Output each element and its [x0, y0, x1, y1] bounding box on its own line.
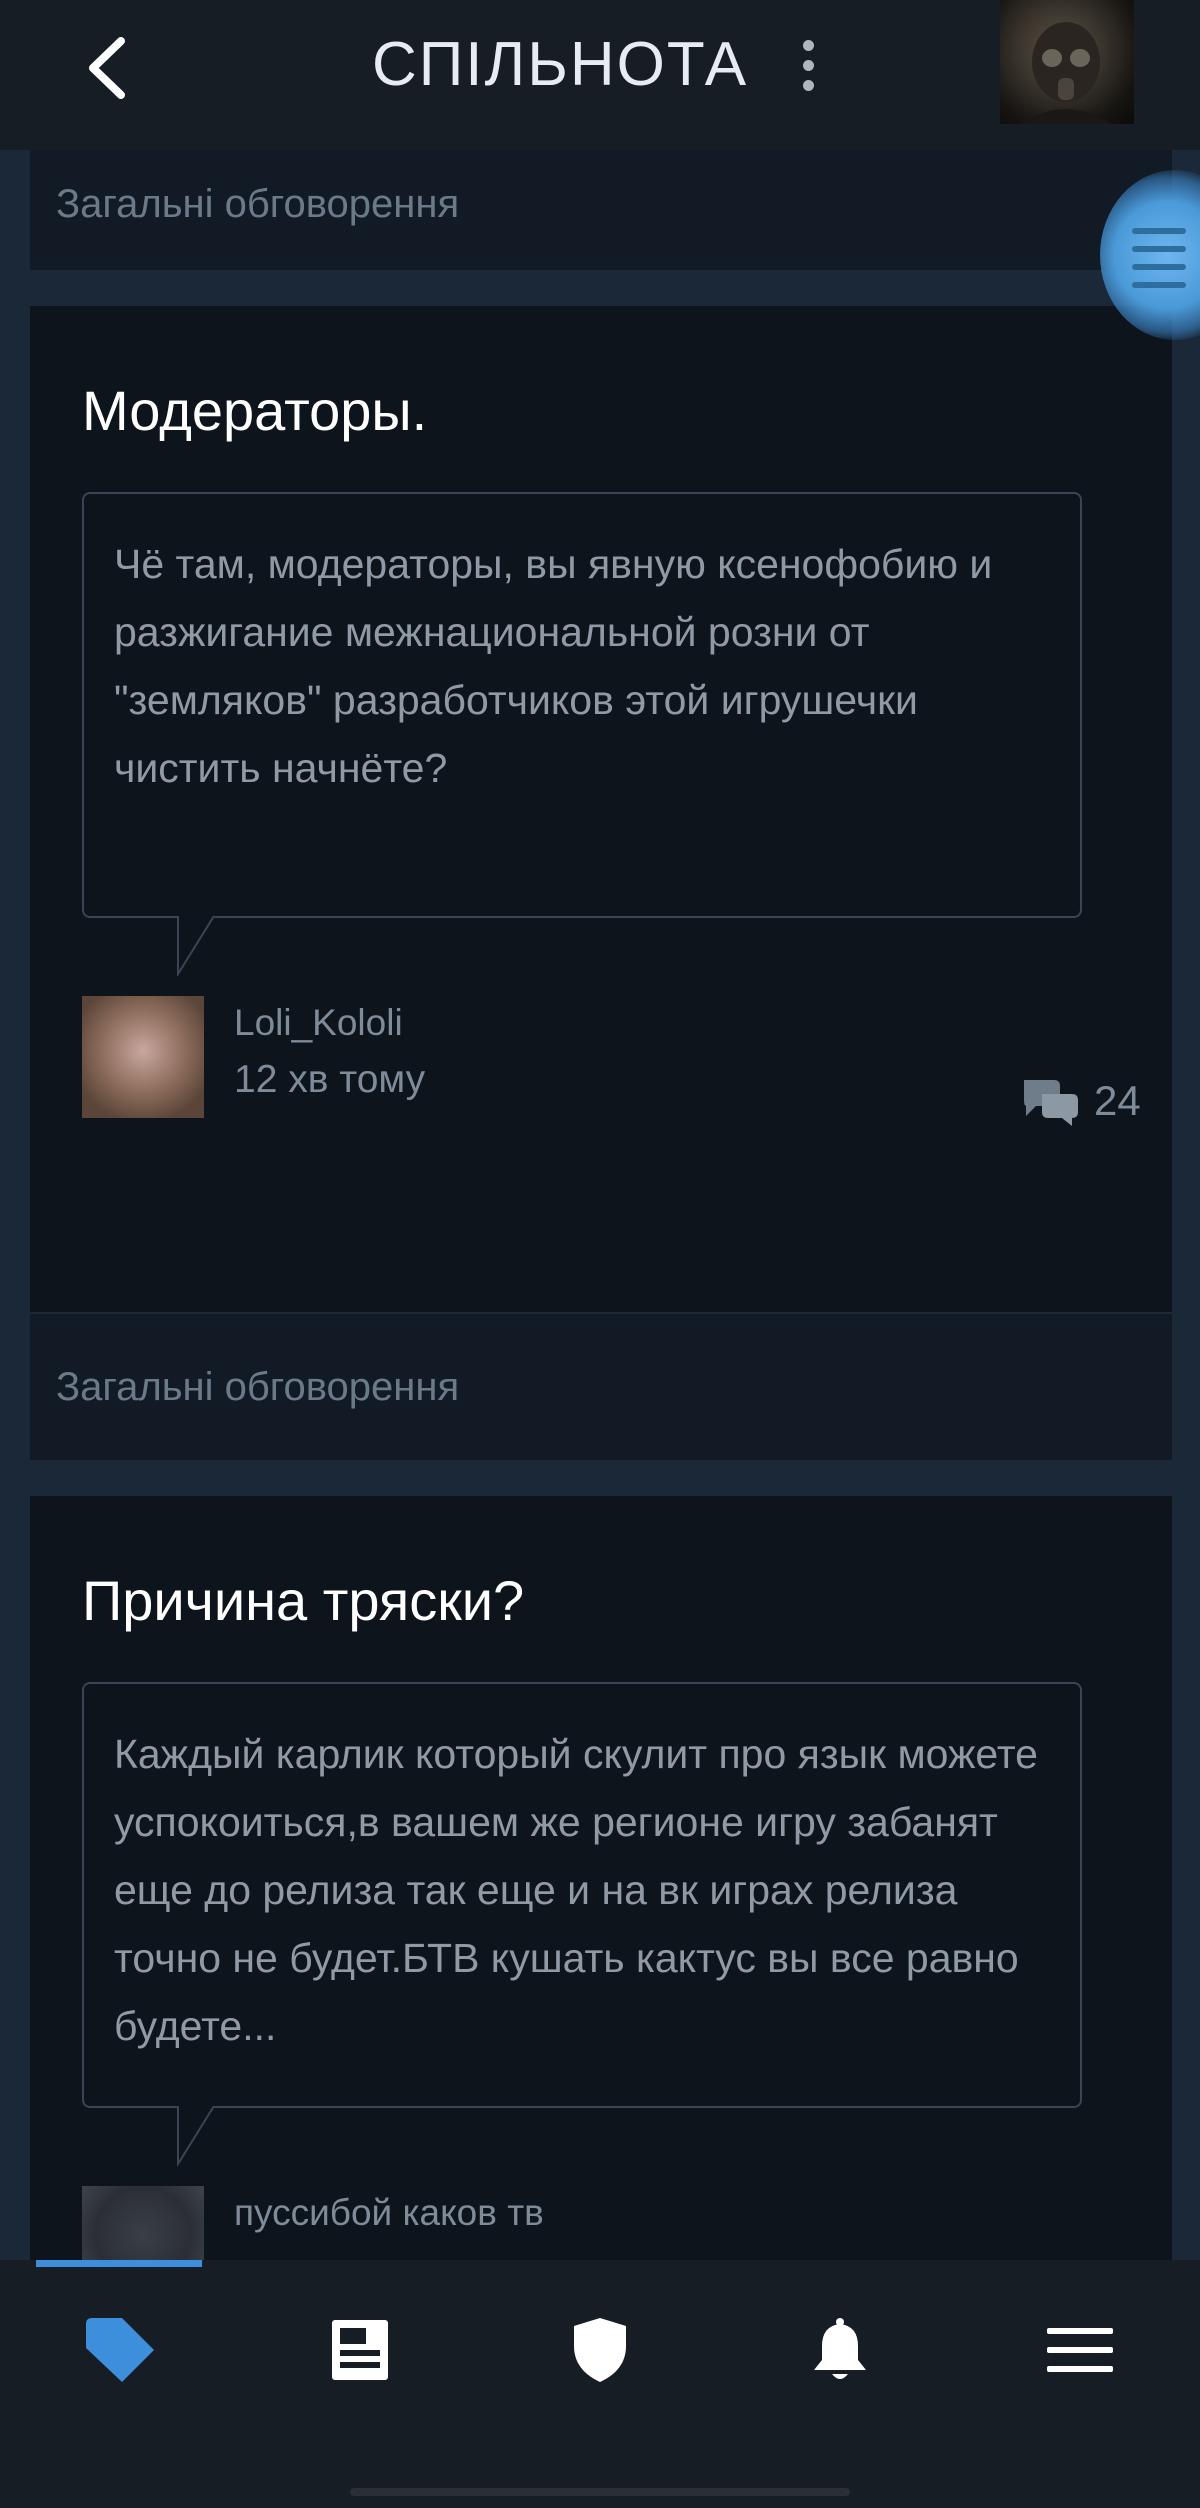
post-card[interactable]: Причина тряски? Каждый карлик который ск…: [30, 1496, 1172, 2260]
nav-guard[interactable]: [540, 2300, 660, 2400]
home-indicator: [350, 2488, 850, 2496]
post-title[interactable]: Модераторы.: [82, 378, 427, 443]
post-category[interactable]: Загальні обговорення: [30, 150, 1172, 270]
nav-notifications[interactable]: [780, 2300, 900, 2400]
author-avatar[interactable]: [82, 2186, 204, 2260]
top-bar: СПІЛЬНОТА: [0, 0, 1200, 150]
gas-mask-avatar-image: [1020, 22, 1112, 124]
author-name[interactable]: Loli_Kololi: [234, 1002, 403, 1044]
menu-icon: [1047, 2328, 1113, 2372]
chevron-left-icon: [89, 37, 125, 99]
comment-count: 24: [1020, 1076, 1141, 1126]
comments-icon: [1024, 1080, 1078, 1126]
post-preview[interactable]: Каждый карлик который скулит про язык мо…: [82, 1682, 1082, 2108]
active-tab-indicator: [36, 2260, 202, 2267]
post-card[interactable]: Модераторы. Чё там, модераторы, вы явную…: [30, 306, 1172, 1312]
post-category[interactable]: Загальні обговорення: [30, 1314, 1172, 1460]
shield-icon: [574, 2318, 626, 2382]
comment-count-value: 24: [1094, 1077, 1141, 1124]
list-icon: [1132, 228, 1186, 288]
post-time: 12 хв тому: [234, 1058, 426, 1101]
post-title[interactable]: Причина тряски?: [82, 1568, 524, 1633]
bell-icon: [814, 2318, 866, 2379]
nav-menu[interactable]: [1020, 2300, 1140, 2400]
post-preview[interactable]: Чё там, модераторы, вы явную ксенофобию …: [82, 492, 1082, 918]
news-icon: [332, 2320, 388, 2380]
speech-bubble-tail-icon: [177, 916, 215, 976]
discussion-feed[interactable]: Загальні обговорення Модераторы. Чё там,…: [30, 150, 1172, 2260]
nav-news[interactable]: [300, 2300, 420, 2400]
more-options-icon[interactable]: [788, 30, 828, 100]
page-title: СПІЛЬНОТА: [371, 30, 749, 99]
author-avatar[interactable]: [82, 996, 204, 1118]
nav-community[interactable]: [60, 2300, 180, 2400]
author-name[interactable]: пуссибой каков тв: [234, 2192, 544, 2234]
back-button[interactable]: [66, 28, 146, 108]
tag-icon: [86, 2318, 154, 2382]
speech-bubble-tail-icon: [177, 2106, 215, 2166]
bottom-navigation: [0, 2260, 1200, 2508]
user-avatar[interactable]: [1000, 0, 1134, 124]
